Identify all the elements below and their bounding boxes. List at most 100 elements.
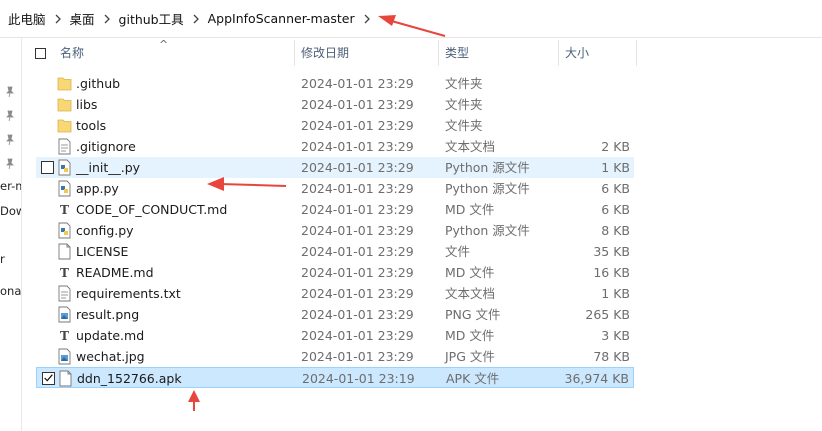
column-divider[interactable]: [636, 40, 637, 66]
file-size: 35 KB: [593, 244, 630, 259]
file-row[interactable]: wechat.jpg 2024-01-01 23:29 JPG 文件 78 KB: [36, 346, 634, 367]
breadcrumb-appinfoscanner[interactable]: AppInfoScanner-master: [208, 11, 355, 26]
blank-file-icon: [58, 370, 73, 387]
file-name[interactable]: result.png: [76, 304, 139, 325]
row-checkbox-checked[interactable]: [42, 372, 55, 385]
file-date: 2024-01-01 23:29: [301, 118, 414, 133]
file-row[interactable]: T CODE_OF_CONDUCT.md 2024-01-01 23:29 MD 文件…: [36, 199, 634, 220]
file-type: 文本文档: [445, 286, 496, 301]
file-row[interactable]: libs 2024-01-01 23:29 文件夹: [36, 94, 634, 115]
file-name[interactable]: requirements.txt: [76, 283, 181, 304]
file-size: 6 KB: [601, 202, 630, 217]
file-date: 2024-01-01 23:29: [301, 97, 414, 112]
file-row[interactable]: result.png 2024-01-01 23:29 PNG 文件 265 KB: [36, 304, 634, 325]
file-name[interactable]: tools: [76, 115, 106, 136]
navigation-pane[interactable]: er-m Dow r ona: [0, 38, 22, 431]
breadcrumb-desktop[interactable]: 桌面: [70, 9, 95, 28]
file-type: MD 文件: [445, 265, 495, 280]
file-row[interactable]: ddn_152766.apk 2024-01-01 23:19 APK 文件 36,9…: [36, 367, 634, 388]
file-size: 1 KB: [601, 160, 630, 175]
svg-text:T: T: [60, 266, 69, 280]
python-file-icon: [57, 180, 72, 197]
file-name[interactable]: README.md: [76, 262, 154, 283]
file-name[interactable]: wechat.jpg: [76, 346, 145, 367]
file-row[interactable]: LICENSE 2024-01-01 23:29 文件 35 KB: [36, 241, 634, 262]
nav-item-label[interactable]: ona: [0, 284, 21, 298]
file-date: 2024-01-01 23:29: [301, 139, 414, 154]
chevron-right-icon[interactable]: [191, 14, 201, 24]
nav-item-label[interactable]: Dow: [0, 204, 21, 218]
file-name[interactable]: LICENSE: [76, 241, 128, 262]
sort-ascending-icon: ^: [159, 38, 169, 51]
file-name[interactable]: CODE_OF_CONDUCT.md: [76, 199, 227, 220]
file-row[interactable]: __init__.py 2024-01-01 23:29 Python 源文件 1 K…: [36, 157, 634, 178]
file-row[interactable]: Tupdate.md 2024-01-01 23:29 MD 文件 3 KB: [36, 325, 634, 346]
address-bar[interactable]: 此电脑 桌面 github工具 AppInfoScanner-master: [0, 0, 822, 38]
file-name[interactable]: .github: [76, 73, 120, 94]
annotation-arrow: [188, 390, 200, 411]
file-row[interactable]: tools 2024-01-01 23:29 文件夹: [36, 115, 634, 136]
file-date: 2024-01-01 23:29: [301, 286, 414, 301]
file-name[interactable]: .gitignore: [76, 136, 136, 157]
file-date: 2024-01-01 23:29: [301, 265, 414, 280]
file-type: 文件: [445, 244, 471, 259]
file-size: 2 KB: [601, 139, 630, 154]
python-file-icon: [57, 222, 72, 239]
column-type[interactable]: 类型: [445, 38, 469, 68]
md-file-icon: T: [57, 264, 72, 281]
pin-icon[interactable]: [4, 158, 16, 170]
file-name[interactable]: app.py: [76, 178, 119, 199]
image-file-icon: [57, 348, 72, 365]
svg-text:T: T: [60, 329, 69, 343]
breadcrumb-this-pc[interactable]: 此电脑: [8, 9, 46, 28]
column-divider[interactable]: [558, 40, 559, 66]
file-date: 2024-01-01 23:29: [301, 244, 414, 259]
file-type: 文本文档: [445, 139, 496, 154]
file-name[interactable]: config.py: [76, 220, 134, 241]
file-date: 2024-01-01 23:19: [302, 371, 415, 386]
file-row[interactable]: .github 2024-01-01 23:29 文件夹: [36, 73, 634, 94]
pin-icon[interactable]: [4, 110, 16, 122]
md-file-icon: T: [57, 327, 72, 344]
file-type: PNG 文件: [445, 307, 501, 322]
file-row[interactable]: app.py 2024-01-01 23:29 Python 源文件 6 KB: [36, 178, 634, 199]
file-size: 16 KB: [593, 265, 630, 280]
file-name[interactable]: update.md: [76, 325, 144, 346]
file-type: MD 文件: [445, 328, 495, 343]
file-type: APK 文件: [446, 371, 500, 386]
column-divider[interactable]: [294, 40, 295, 66]
select-all-checkbox[interactable]: [35, 48, 46, 59]
nav-item-label[interactable]: r: [0, 252, 5, 266]
blank-file-icon: [57, 243, 72, 260]
file-name[interactable]: __init__.py: [76, 157, 140, 178]
file-date: 2024-01-01 23:29: [301, 160, 414, 175]
file-date: 2024-01-01 23:29: [301, 202, 414, 217]
nav-item-label[interactable]: er-m: [0, 179, 21, 193]
file-type: 文件夹: [445, 118, 483, 133]
file-row[interactable]: config.py 2024-01-01 23:29 Python 源文件 8 KB: [36, 220, 634, 241]
chevron-right-icon[interactable]: [362, 14, 372, 24]
column-date[interactable]: 修改日期: [301, 38, 349, 68]
folder-icon: [57, 117, 72, 134]
md-file-icon: T: [57, 201, 72, 218]
chevron-right-icon[interactable]: [53, 14, 63, 24]
file-name[interactable]: libs: [76, 94, 97, 115]
file-row[interactable]: .gitignore 2024-01-01 23:29 文本文档 2 KB: [36, 136, 634, 157]
file-name[interactable]: ddn_152766.apk: [77, 368, 182, 389]
file-size: 3 KB: [601, 328, 630, 343]
file-row[interactable]: requirements.txt 2024-01-01 23:29 文本文档 1 KB: [36, 283, 634, 304]
file-date: 2024-01-01 23:29: [301, 223, 414, 238]
row-checkbox[interactable]: [41, 161, 54, 174]
column-divider[interactable]: [438, 40, 439, 66]
pin-icon[interactable]: [4, 86, 16, 98]
folder-icon: [57, 75, 72, 92]
chevron-right-icon[interactable]: [102, 14, 112, 24]
file-type: Python 源文件: [445, 160, 530, 175]
breadcrumb-github-tools[interactable]: github工具: [119, 9, 184, 28]
pin-icon[interactable]: [4, 134, 16, 146]
file-row[interactable]: T README.md 2024-01-01 23:29 MD 文件 16 KB: [36, 262, 634, 283]
image-file-icon: [57, 306, 72, 323]
column-size[interactable]: 大小: [565, 38, 589, 68]
column-name[interactable]: 名称: [60, 38, 84, 68]
file-size: 8 KB: [601, 223, 630, 238]
